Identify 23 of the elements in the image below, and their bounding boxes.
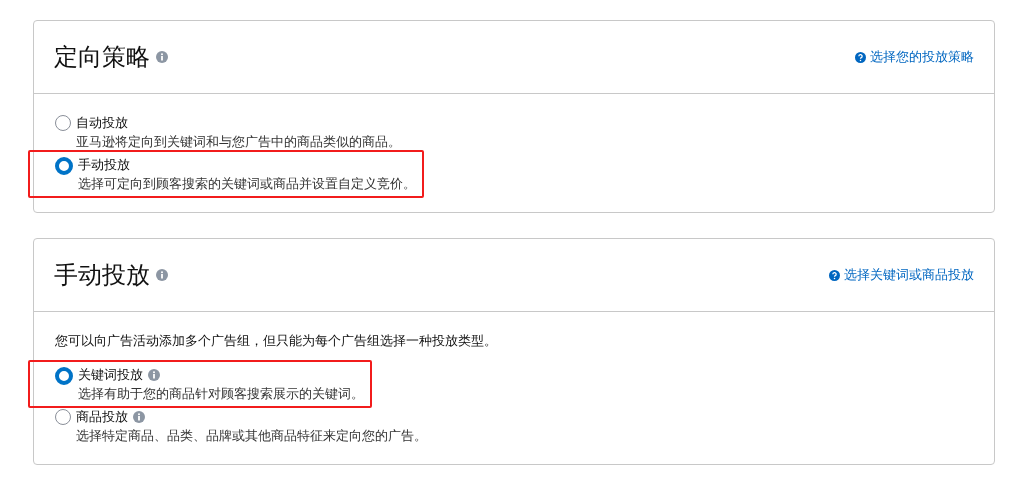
help-icon	[829, 269, 840, 281]
section-title: 定向策略	[54, 42, 150, 72]
radio-button[interactable]	[55, 157, 73, 175]
info-icon[interactable]	[156, 269, 168, 281]
option-label: 商品投放	[76, 408, 128, 425]
info-icon[interactable]	[133, 410, 145, 423]
option-description: 亚马逊将定向到关键词和与您广告中的商品类似的商品。	[76, 133, 401, 150]
option-description: 选择特定商品、品类、品牌或其他商品特征来定向您的广告。	[76, 427, 427, 444]
help-link[interactable]: 选择您的投放策略	[855, 48, 974, 66]
radio-button[interactable]	[55, 115, 71, 131]
radio-button[interactable]	[55, 367, 73, 385]
option-label: 关键词投放	[78, 366, 143, 383]
info-icon[interactable]	[156, 51, 168, 63]
section-title: 手动投放	[54, 260, 150, 290]
info-icon[interactable]	[148, 368, 160, 381]
option-label: 手动投放	[78, 156, 130, 173]
help-icon	[855, 51, 866, 63]
option-label: 自动投放	[76, 114, 128, 131]
intro-text: 您可以向广告活动添加多个广告组，但只能为每个广告组选择一种投放类型。	[55, 332, 498, 350]
option-description: 选择可定向到顾客搜索的关键词或商品并设置自定义竞价。	[78, 175, 416, 192]
radio-button[interactable]	[55, 409, 71, 425]
help-link[interactable]: 选择关键词或商品投放	[829, 266, 974, 284]
option-description: 选择有助于您的商品针对顾客搜索展示的关键词。	[78, 385, 364, 402]
